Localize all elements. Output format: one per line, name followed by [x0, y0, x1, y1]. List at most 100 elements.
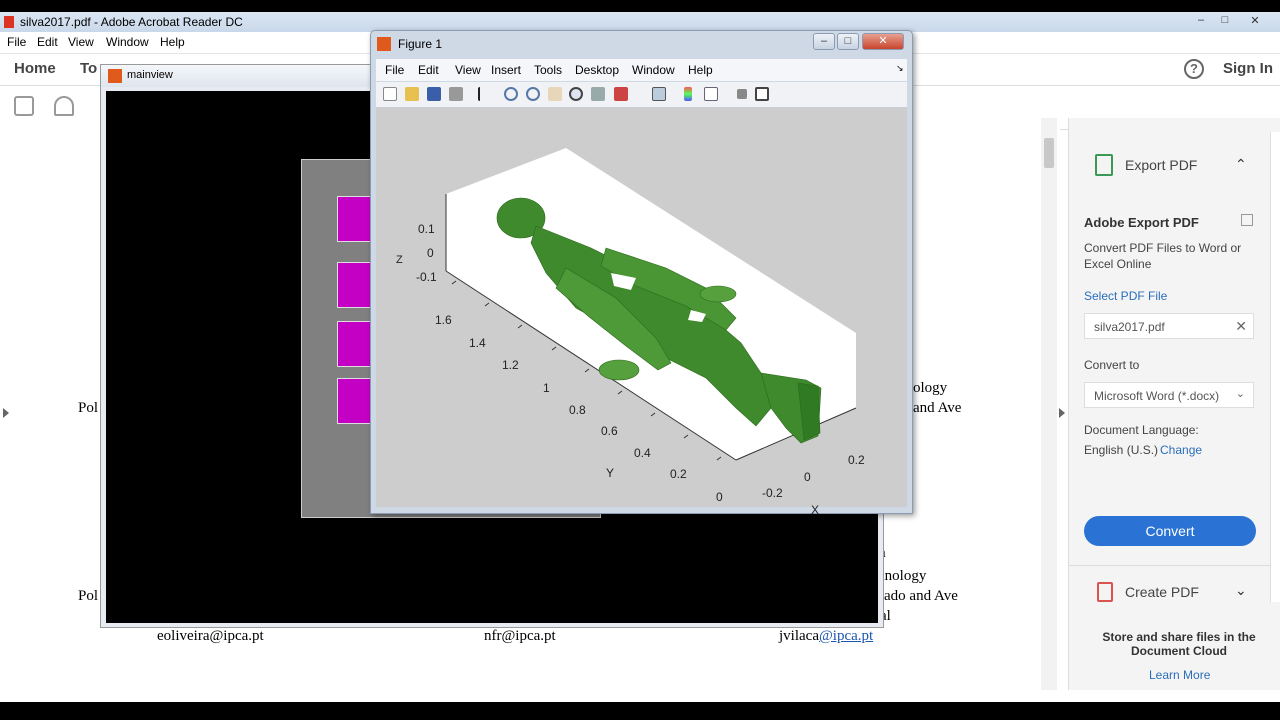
figure-title: Figure 1: [398, 37, 443, 51]
selected-file-name: silva2017.pdf: [1094, 320, 1165, 334]
doc-text-and-ave-1: and Ave: [913, 400, 962, 416]
y-tick-3: 1: [543, 381, 550, 395]
z-tick-2: -0.1: [416, 270, 437, 284]
y-tick-6: 0.4: [634, 446, 651, 460]
acrobat-title: silva2017.pdf - Adobe Acrobat Reader DC: [20, 15, 243, 29]
maximize-icon[interactable]: □: [837, 33, 859, 50]
figure-menu-help[interactable]: Help: [688, 63, 713, 77]
menu-edit[interactable]: Edit: [37, 35, 58, 49]
figure-window: Figure 1 – □ ✕ File Edit View Insert Too…: [370, 30, 913, 517]
y-tick-7: 0.2: [670, 467, 687, 481]
document-cloud-text: Store and share files in the Document Cl…: [1102, 630, 1256, 658]
legend-icon[interactable]: [704, 87, 718, 101]
clear-file-icon[interactable]: ✕: [1235, 318, 1247, 335]
upload-icon[interactable]: [54, 96, 74, 116]
figure-menu-file[interactable]: File: [385, 63, 404, 77]
y-tick-2: 1.2: [502, 358, 519, 372]
maximize-icon[interactable]: □: [1214, 14, 1236, 28]
menu-window[interactable]: Window: [106, 35, 149, 49]
z-axis-label: Z: [396, 254, 403, 266]
figure-menu-desktop[interactable]: Desktop: [575, 63, 619, 77]
export-pdf-title[interactable]: Export PDF: [1125, 157, 1197, 173]
y-tick-4: 0.8: [569, 403, 586, 417]
language-value: English (U.S.): [1084, 443, 1159, 457]
doc-email-3: jvilaca@ipca.pt: [779, 628, 873, 645]
new-figure-icon[interactable]: [383, 87, 397, 101]
z-tick-0: 0.1: [418, 222, 435, 236]
left-panel-expand-icon[interactable]: [3, 408, 9, 418]
show-plot-tools-icon[interactable]: [755, 87, 769, 101]
figure-menu-insert[interactable]: Insert: [491, 63, 521, 77]
y-tick-1: 1.4: [469, 336, 486, 350]
zoom-out-icon[interactable]: [526, 87, 540, 101]
select-pdf-file-label[interactable]: Select PDF File: [1084, 289, 1167, 303]
doc-email-3-link[interactable]: @ipca.pt: [819, 628, 873, 644]
copy-icon[interactable]: [1241, 214, 1253, 226]
save-icon[interactable]: [427, 87, 441, 101]
body-left-hand: [598, 359, 640, 381]
plot-area: 0.1 0 -0.1 Z 1.6 1.4 1.2 1 0.8 0.6 0.4 0…: [376, 108, 907, 517]
doc-email-1: eoliveira@ipca.pt: [157, 628, 264, 644]
help-icon[interactable]: ?: [1184, 59, 1204, 79]
chevron-down-icon[interactable]: ⌄: [1235, 582, 1247, 599]
y-tick-0: 1.6: [435, 313, 452, 327]
pan-icon[interactable]: [548, 87, 562, 101]
create-pdf-icon: [1097, 582, 1113, 602]
doc-email-2: nfr@ipca.pt: [484, 628, 556, 644]
dock-arrow-icon[interactable]: ↘: [896, 63, 904, 74]
minimize-icon[interactable]: –: [1190, 14, 1212, 28]
z-tick-1: 0: [427, 246, 434, 260]
chevron-up-icon[interactable]: ⌃: [1235, 156, 1247, 173]
create-pdf-title[interactable]: Create PDF: [1125, 584, 1199, 600]
sign-in-button[interactable]: Sign In: [1223, 60, 1273, 77]
rotate-3d-icon[interactable]: [569, 87, 583, 101]
mainview-title: mainview: [127, 69, 173, 81]
home-tab[interactable]: Home: [14, 60, 56, 77]
save-icon[interactable]: [14, 96, 34, 116]
right-panel-scrollbar[interactable]: [1270, 132, 1280, 602]
document-language-label: Document Language:: [1084, 423, 1199, 437]
right-tools-panel: Export PDF ⌃ Adobe Export PDF Convert PD…: [1068, 118, 1280, 690]
format-selected-value: Microsoft Word (*.docx): [1094, 389, 1220, 403]
doc-email-3-prefix: jvilaca: [779, 628, 819, 644]
matlab-icon: [108, 69, 122, 83]
figure-menu-tools[interactable]: Tools: [534, 63, 562, 77]
acrobat-title-bar: silva2017.pdf - Adobe Acrobat Reader DC …: [0, 12, 1280, 32]
export-description: Convert PDF Files to Word or Excel Onlin…: [1084, 241, 1242, 271]
divider: [1069, 565, 1280, 566]
pointer-icon[interactable]: [478, 87, 486, 101]
change-language-link[interactable]: Change: [1160, 443, 1202, 457]
figure-menu-window[interactable]: Window: [632, 63, 675, 77]
scrollbar-thumb[interactable]: [1044, 138, 1054, 168]
data-cursor-icon[interactable]: [591, 87, 605, 101]
pdf-icon: [4, 16, 14, 28]
figure-menu-bar: File Edit View Insert Tools Desktop Wind…: [376, 59, 907, 81]
learn-more-link[interactable]: Learn More: [1149, 668, 1210, 682]
convert-button[interactable]: Convert: [1084, 516, 1256, 546]
doc-text-anology: anology: [878, 568, 927, 584]
print-icon[interactable]: [449, 87, 463, 101]
zoom-in-icon[interactable]: [504, 87, 518, 101]
hide-plot-tools-icon[interactable]: [737, 89, 747, 99]
brush-icon[interactable]: [614, 87, 628, 101]
document-scrollbar[interactable]: [1041, 118, 1057, 690]
y-axis-label: Y: [606, 466, 615, 480]
tools-tab[interactable]: To: [80, 60, 97, 77]
close-icon[interactable]: ✕: [862, 33, 904, 50]
menu-help[interactable]: Help: [160, 35, 185, 49]
figure-title-bar[interactable]: Figure 1 – □ ✕: [371, 31, 912, 57]
doc-text-pol-1: Pol: [78, 400, 99, 416]
close-icon[interactable]: ✕: [1244, 14, 1266, 28]
link-icon[interactable]: [652, 87, 666, 101]
menu-view[interactable]: View: [68, 35, 94, 49]
colorbar-icon[interactable]: [684, 87, 692, 101]
menu-file[interactable]: File: [7, 35, 26, 49]
selected-file-field[interactable]: silva2017.pdf ✕: [1084, 313, 1254, 339]
format-select[interactable]: Microsoft Word (*.docx) ⌄: [1084, 382, 1254, 408]
figure-menu-edit[interactable]: Edit: [418, 63, 439, 77]
open-file-icon[interactable]: [405, 87, 419, 101]
figure-menu-view[interactable]: View: [455, 63, 481, 77]
right-panel-collapse-icon[interactable]: [1059, 408, 1065, 418]
y-tick-8: 0: [716, 490, 723, 504]
minimize-icon[interactable]: –: [813, 33, 835, 50]
